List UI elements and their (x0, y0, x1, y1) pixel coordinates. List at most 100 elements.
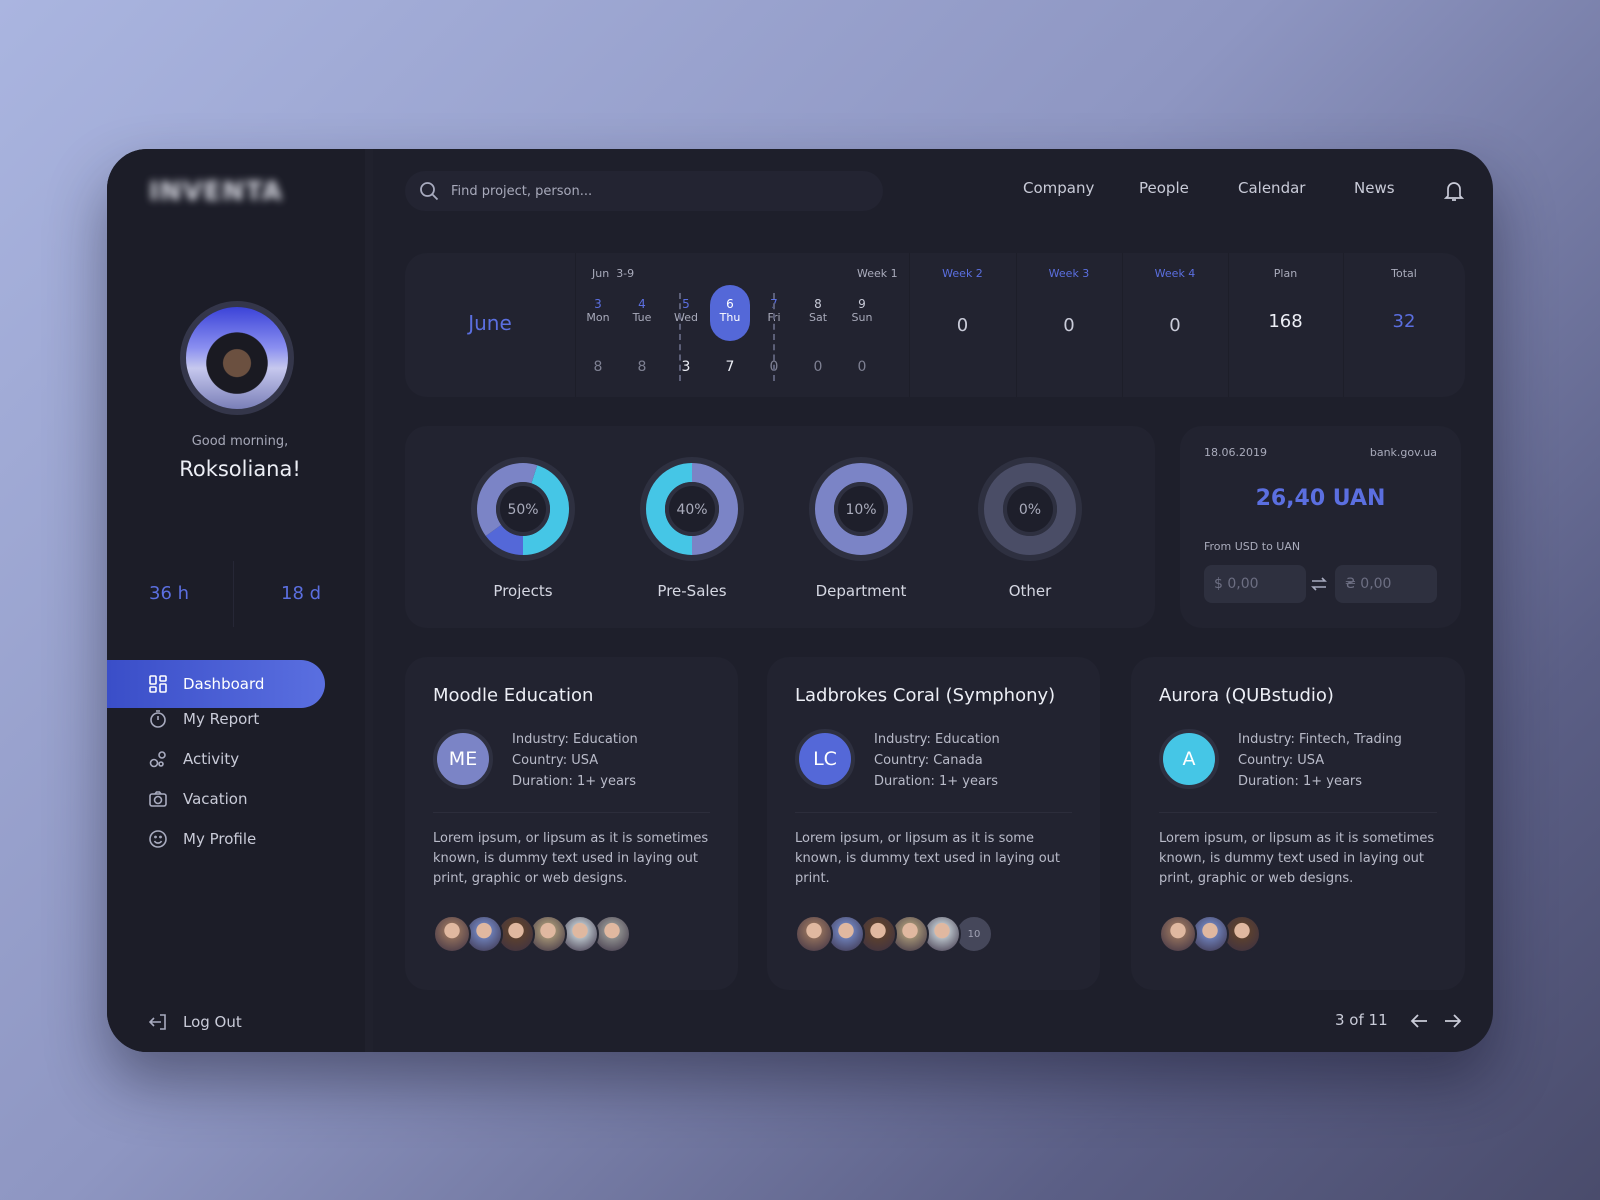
sidebar-item-my-report[interactable]: My Report (149, 710, 259, 728)
stat-label: Pre-Sales (657, 582, 727, 600)
stat-label: Other (1008, 582, 1052, 600)
stat-label: Projects (493, 582, 553, 600)
project-country: Country: USA (512, 753, 599, 768)
stats-panel: 50% Projects 40% Pre-Sales 10% Departmen… (405, 426, 1155, 628)
week-2-label[interactable]: Week 2 (909, 267, 1016, 280)
day-number: 8 (814, 297, 822, 311)
uah-input[interactable] (1335, 565, 1437, 603)
sidebar-item-dashboard[interactable]: Dashboard (107, 660, 325, 708)
stat-department[interactable]: 10% Department (806, 454, 916, 600)
app-window: INVENTA Good morning, Roksoliana! 36 h 1… (107, 149, 1493, 1052)
stat-pre-sales[interactable]: 40% Pre-Sales (637, 454, 747, 600)
bell-icon[interactable] (1444, 180, 1464, 202)
project-country: Country: USA (1238, 753, 1325, 768)
nav-company[interactable]: Company (1023, 179, 1094, 197)
donut-chart: 40% (640, 457, 744, 561)
day-sat[interactable]: 8 Sat (798, 285, 838, 341)
total-value: 32 (1392, 311, 1416, 332)
sidebar-item-label: Vacation (183, 790, 248, 808)
project-description: Lorem ipsum, or lipsum as it is sometime… (1159, 831, 1435, 886)
rate-value: 26,40 UAN (1255, 486, 1386, 511)
sidebar-item-label: Dashboard (183, 675, 265, 693)
week-4-label[interactable]: Week 4 (1122, 267, 1228, 280)
team-avatars (433, 915, 631, 953)
range-month: Jun (592, 267, 610, 280)
project-duration: Duration: 1+ years (1238, 774, 1363, 789)
range-days: 3-9 (616, 267, 635, 280)
week-2-value: 0 (956, 315, 969, 336)
stat-projects[interactable]: 50% Projects (468, 454, 578, 600)
stat-other[interactable]: 0% Other (975, 454, 1085, 600)
day-name: Mon (586, 311, 610, 324)
sidebar-item-label: Activity (183, 750, 240, 768)
day-wed[interactable]: 5 Wed (666, 285, 706, 341)
sidebar-item-activity[interactable]: Activity (149, 750, 239, 768)
day-number: 3 (594, 297, 602, 311)
day-hours: 0 (857, 359, 867, 375)
team-member-avatar[interactable] (433, 915, 471, 953)
team-avatars (1159, 915, 1261, 953)
project-card[interactable]: Moodle Education ME Industry: Education C… (405, 657, 738, 990)
project-duration: Duration: 1+ years (512, 774, 637, 789)
user-name: Roksoliana! (179, 457, 301, 481)
day-hours: 3 (681, 359, 691, 375)
day-hours: 8 (637, 359, 647, 375)
divider (575, 253, 576, 397)
nav-news[interactable]: News (1354, 179, 1395, 197)
day-thu[interactable]: 6 Thu (710, 285, 750, 341)
project-meta: Industry: Education Country: USA Duration:… (512, 729, 638, 792)
team-member-avatar[interactable] (1159, 915, 1197, 953)
day-hours: 8 (593, 359, 603, 375)
team-member-avatar[interactable] (795, 915, 833, 953)
divider (795, 812, 1072, 813)
divider (679, 293, 681, 381)
sidebar-item-my-profile[interactable]: My Profile (149, 830, 256, 848)
arrow-left-icon[interactable] (1410, 1013, 1428, 1029)
team-avatars: 10 (795, 915, 993, 953)
nav-people[interactable]: People (1139, 179, 1189, 197)
arrow-right-icon[interactable] (1444, 1013, 1462, 1029)
sidebar-item-vacation[interactable]: Vacation (149, 790, 247, 808)
exchange-rate-panel: 18.06.2019 bank.gov.ua 26,40 UAN From US… (1180, 426, 1461, 628)
day-name: Thu (719, 311, 741, 324)
day-name: Sun (851, 311, 873, 324)
project-title: Moodle Education (433, 685, 594, 706)
donut-chart: 50% (471, 457, 575, 561)
divider (1159, 812, 1437, 813)
divider (773, 293, 775, 381)
sidebar-item-label: My Report (183, 710, 260, 728)
pagination-text: 3 of 11 (1335, 1011, 1388, 1029)
search-input[interactable] (451, 183, 851, 199)
project-industry: Industry: Education (512, 732, 638, 747)
project-card[interactable]: Ladbrokes Coral (Symphony) LC Industry: … (767, 657, 1100, 990)
project-description: Lorem ipsum, or lipsum as it is some kno… (795, 831, 1060, 886)
swap-icon[interactable] (1310, 576, 1328, 592)
avatar[interactable] (180, 301, 294, 415)
day-number: 9 (858, 297, 866, 311)
day-sun[interactable]: 9 Sun (842, 285, 882, 341)
day-number: 5 (682, 297, 690, 311)
logout-icon (149, 1014, 166, 1030)
rate-source[interactable]: bank.gov.ua (1370, 446, 1437, 459)
day-name: Tue (632, 311, 652, 324)
greeting: Good morning, (191, 434, 289, 449)
usd-input[interactable] (1204, 565, 1306, 603)
day-mon[interactable]: 3 Mon (578, 285, 618, 341)
day-tue[interactable]: 4 Tue (622, 285, 662, 341)
smiley-icon (149, 830, 167, 848)
donut-chart: 10% (809, 457, 913, 561)
search-bar[interactable] (405, 171, 883, 211)
rate-label: From USD to UAN (1204, 540, 1301, 553)
day-number: 6 (726, 297, 734, 311)
stat-label: Department (815, 582, 907, 600)
week-3-label[interactable]: Week 3 (1016, 267, 1122, 280)
project-card[interactable]: Aurora (QUBstudio) A Industry: Fintech, … (1131, 657, 1465, 990)
nav-calendar[interactable]: Calendar (1238, 179, 1305, 197)
hours-stat: 36 h (149, 583, 190, 604)
project-industry: Industry: Fintech, Trading (1238, 732, 1402, 747)
logout-button[interactable]: Log Out (149, 1013, 242, 1031)
project-avatar: ME (433, 729, 493, 789)
project-country: Country: Canada (874, 753, 983, 768)
project-title: Aurora (QUBstudio) (1159, 685, 1334, 706)
project-avatar: A (1159, 729, 1219, 789)
